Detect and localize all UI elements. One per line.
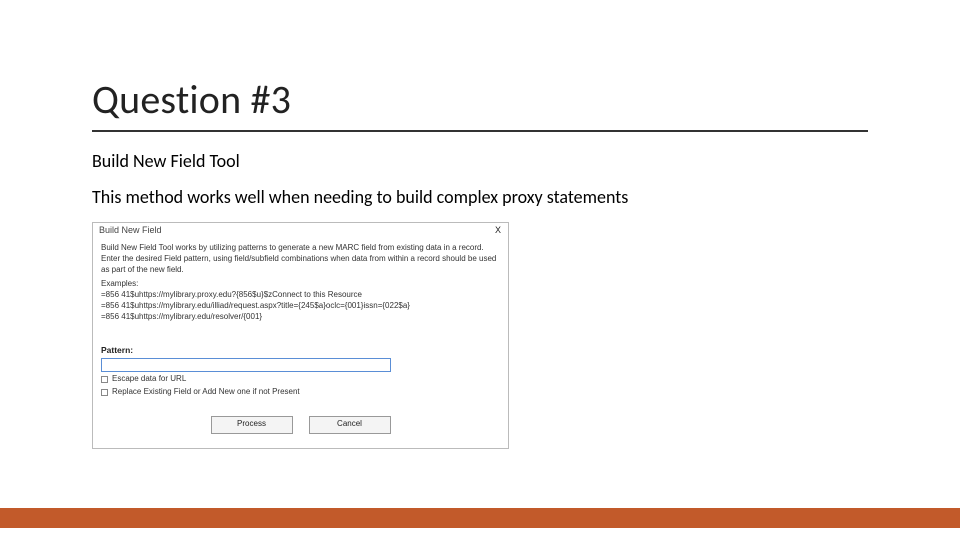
escape-url-checkbox-row[interactable]: Escape data for URL (101, 374, 500, 385)
dialog-titlebar: Build New Field X (93, 223, 508, 237)
dialog-intro-text: Build New Field Tool works by utilizing … (101, 243, 500, 275)
pattern-input[interactable] (101, 358, 391, 372)
escape-url-label: Escape data for URL (112, 374, 186, 385)
footer-accent-bar (0, 508, 960, 528)
checkbox-icon[interactable] (101, 376, 108, 383)
title-underline (92, 130, 868, 132)
example-line-3: =856 41$uhttps://mylibrary.edu/resolver/… (101, 312, 500, 323)
replace-field-checkbox-row[interactable]: Replace Existing Field or Add New one if… (101, 387, 500, 398)
example-line-1: =856 41$uhttps://mylibrary.proxy.edu?{85… (101, 290, 500, 301)
slide: Question #3 Build New Field Tool This me… (0, 0, 960, 540)
content-area: Question #3 Build New Field Tool This me… (92, 75, 868, 449)
replace-field-label: Replace Existing Field or Add New one if… (112, 387, 300, 398)
checkbox-icon[interactable] (101, 389, 108, 396)
dialog-body: Build New Field Tool works by utilizing … (93, 237, 508, 448)
slide-description: This method works well when needing to b… (92, 186, 868, 208)
dialog-button-row: Process Cancel (101, 416, 500, 434)
build-new-field-dialog: Build New Field X Build New Field Tool w… (92, 222, 509, 449)
dialog-title: Build New Field (99, 225, 162, 235)
example-line-2: =856 41$uhttps://mylibrary.edu/illiad/re… (101, 301, 500, 312)
examples-label: Examples: (101, 279, 500, 290)
slide-subtitle: Build New Field Tool (92, 150, 868, 172)
slide-title: Question #3 (92, 75, 868, 124)
cancel-button[interactable]: Cancel (309, 416, 391, 434)
pattern-label: Pattern: (101, 345, 500, 356)
close-icon[interactable]: X (492, 224, 504, 236)
process-button[interactable]: Process (211, 416, 293, 434)
